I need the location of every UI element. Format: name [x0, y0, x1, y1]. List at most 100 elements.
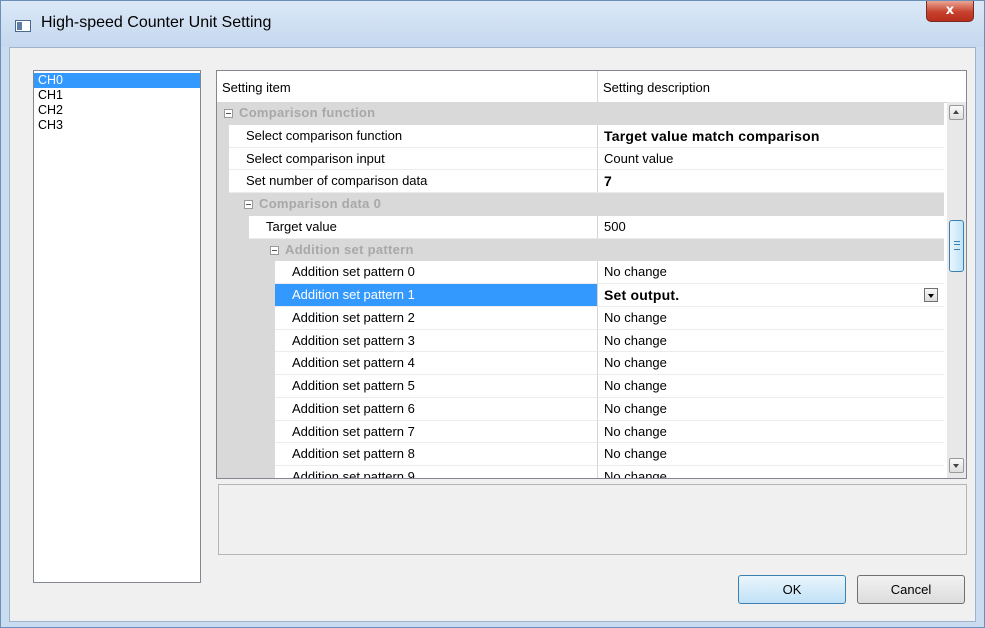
setting-row[interactable]: Addition set pattern 2 No change	[217, 306, 944, 330]
setting-item-name[interactable]: Addition set pattern 7	[275, 420, 597, 444]
ok-button[interactable]: OK	[738, 575, 846, 604]
setting-item-value[interactable]: No change	[597, 375, 944, 398]
title-bar[interactable]: High-speed Counter Unit Setting x	[1, 1, 984, 47]
chevron-down-icon[interactable]	[924, 288, 938, 302]
setting-item-name[interactable]: Addition set pattern 0	[275, 261, 597, 284]
channel-item-ch1[interactable]: CH1	[34, 88, 200, 103]
setting-value-text: 500	[604, 218, 626, 234]
setting-item-value[interactable]: No change	[597, 261, 944, 284]
indent-gutter	[217, 420, 275, 444]
setting-row[interactable]: Addition set pattern 6 No change	[217, 397, 944, 421]
scroll-up-icon[interactable]	[949, 105, 964, 120]
indent-gutter	[217, 261, 275, 284]
group-label: Comparison data 0	[259, 196, 382, 211]
group-row[interactable]: Comparison data 0	[217, 193, 944, 216]
setting-item-value[interactable]: No change	[597, 329, 944, 353]
setting-row[interactable]: Addition set pattern 9 No change	[217, 466, 944, 478]
close-button[interactable]: x	[926, 1, 974, 22]
setting-value-text: 7	[604, 173, 612, 190]
setting-value-text: Target value match comparison	[604, 127, 820, 144]
setting-item-value[interactable]: No change	[597, 352, 944, 375]
window-title: High-speed Counter Unit Setting	[41, 14, 272, 31]
indent-gutter	[217, 124, 229, 148]
indent-gutter	[217, 215, 249, 239]
description-panel	[218, 484, 967, 555]
setting-value-text: No change	[604, 332, 667, 348]
setting-row[interactable]: Addition set pattern 4 No change	[217, 352, 944, 375]
setting-item-value[interactable]: No change	[597, 397, 944, 421]
setting-value-text: Count value	[604, 150, 674, 166]
setting-item-name[interactable]: Addition set pattern 8	[275, 443, 597, 466]
indent-gutter	[217, 284, 275, 307]
indent-gutter	[217, 352, 275, 375]
grid-header: Setting item Setting description	[217, 71, 966, 103]
indent-gutter	[217, 397, 275, 421]
setting-item-name[interactable]: Addition set pattern 5	[275, 375, 597, 398]
channel-item-ch2[interactable]: CH2	[34, 103, 200, 118]
column-header-setting-item[interactable]: Setting item	[222, 80, 291, 95]
app-window-icon	[15, 20, 31, 32]
channel-item-ch0[interactable]: CH0	[34, 73, 200, 88]
indent-gutter	[217, 466, 275, 478]
setting-item-name[interactable]: Target value	[249, 215, 597, 239]
collapse-icon[interactable]	[224, 109, 233, 118]
channel-item-ch3[interactable]: CH3	[34, 118, 200, 133]
setting-item-value[interactable]: No change	[597, 443, 944, 466]
collapse-icon[interactable]	[270, 245, 279, 255]
setting-item-name[interactable]: Select comparison input	[229, 147, 597, 171]
setting-value-text: No change	[604, 400, 667, 416]
scroll-down-icon[interactable]	[949, 458, 964, 473]
setting-item-name[interactable]: Addition set pattern 3	[275, 329, 597, 353]
setting-value-dropdown[interactable]: Set output.	[597, 284, 944, 307]
setting-item-value[interactable]: No change	[597, 466, 944, 478]
setting-item-name[interactable]: Addition set pattern 9	[275, 466, 597, 478]
setting-item-name[interactable]: Set number of comparison data	[229, 170, 597, 193]
setting-row[interactable]: Select comparison input Count value	[217, 147, 944, 171]
group-row[interactable]: Comparison function	[217, 102, 944, 125]
indent-gutter	[217, 443, 275, 466]
setting-value-text: No change	[604, 423, 667, 439]
setting-row[interactable]: Addition set pattern 0 No change	[217, 261, 944, 284]
setting-item-name[interactable]: Addition set pattern 2	[275, 306, 597, 330]
setting-item-name[interactable]: Addition set pattern 6	[275, 397, 597, 421]
setting-item-value[interactable]: No change	[597, 306, 944, 330]
group-label: Addition set pattern	[285, 241, 414, 257]
setting-item-value[interactable]: No change	[597, 420, 944, 444]
group-row[interactable]: Addition set pattern	[217, 238, 944, 262]
setting-value-text: Set output.	[604, 287, 680, 303]
scroll-thumb[interactable]	[949, 220, 964, 272]
setting-item-name[interactable]: Addition set pattern 1	[275, 284, 597, 307]
column-header-setting-description[interactable]: Setting description	[603, 80, 710, 95]
settings-grid: Setting item Setting description Compari…	[216, 70, 967, 479]
setting-item-value[interactable]: Target value match comparison	[597, 124, 944, 148]
setting-row[interactable]: Addition set pattern 5 No change	[217, 375, 944, 398]
grid-rows: Comparison function Select comparison fun…	[217, 102, 944, 478]
setting-value-text: No change	[604, 309, 667, 325]
setting-value-text: No change	[604, 264, 667, 280]
setting-row[interactable]: Addition set pattern 8 No change	[217, 443, 944, 466]
setting-row[interactable]: Set number of comparison data 7	[217, 170, 944, 193]
indent-gutter	[217, 329, 275, 353]
setting-item-value[interactable]: 500	[597, 215, 944, 239]
setting-row[interactable]: Target value 500	[217, 215, 944, 239]
setting-item-value[interactable]: Count value	[597, 147, 944, 171]
collapse-icon[interactable]	[244, 200, 253, 209]
setting-row[interactable]: Addition set pattern 7 No change	[217, 420, 944, 444]
setting-item-name[interactable]: Select comparison function	[229, 124, 597, 148]
indent-gutter	[217, 375, 275, 398]
setting-row[interactable]: Addition set pattern 3 No change	[217, 329, 944, 353]
setting-row[interactable]: Addition set pattern 1 Set output.	[217, 284, 944, 307]
setting-item-name[interactable]: Addition set pattern 4	[275, 352, 597, 375]
cancel-button[interactable]: Cancel	[857, 575, 965, 604]
vertical-scrollbar[interactable]	[947, 102, 966, 478]
setting-row[interactable]: Select comparison function Target value m…	[217, 124, 944, 148]
indent-gutter	[217, 170, 229, 193]
indent-gutter	[217, 147, 229, 171]
channel-list[interactable]: CH0 CH1 CH2 CH3	[33, 70, 201, 583]
group-label: Comparison function	[239, 105, 376, 120]
setting-value-text: No change	[604, 446, 667, 462]
column-divider	[597, 71, 598, 102]
setting-value-text: No change	[604, 378, 667, 393]
setting-value-text: No change	[604, 355, 667, 371]
setting-item-value[interactable]: 7	[597, 170, 944, 193]
